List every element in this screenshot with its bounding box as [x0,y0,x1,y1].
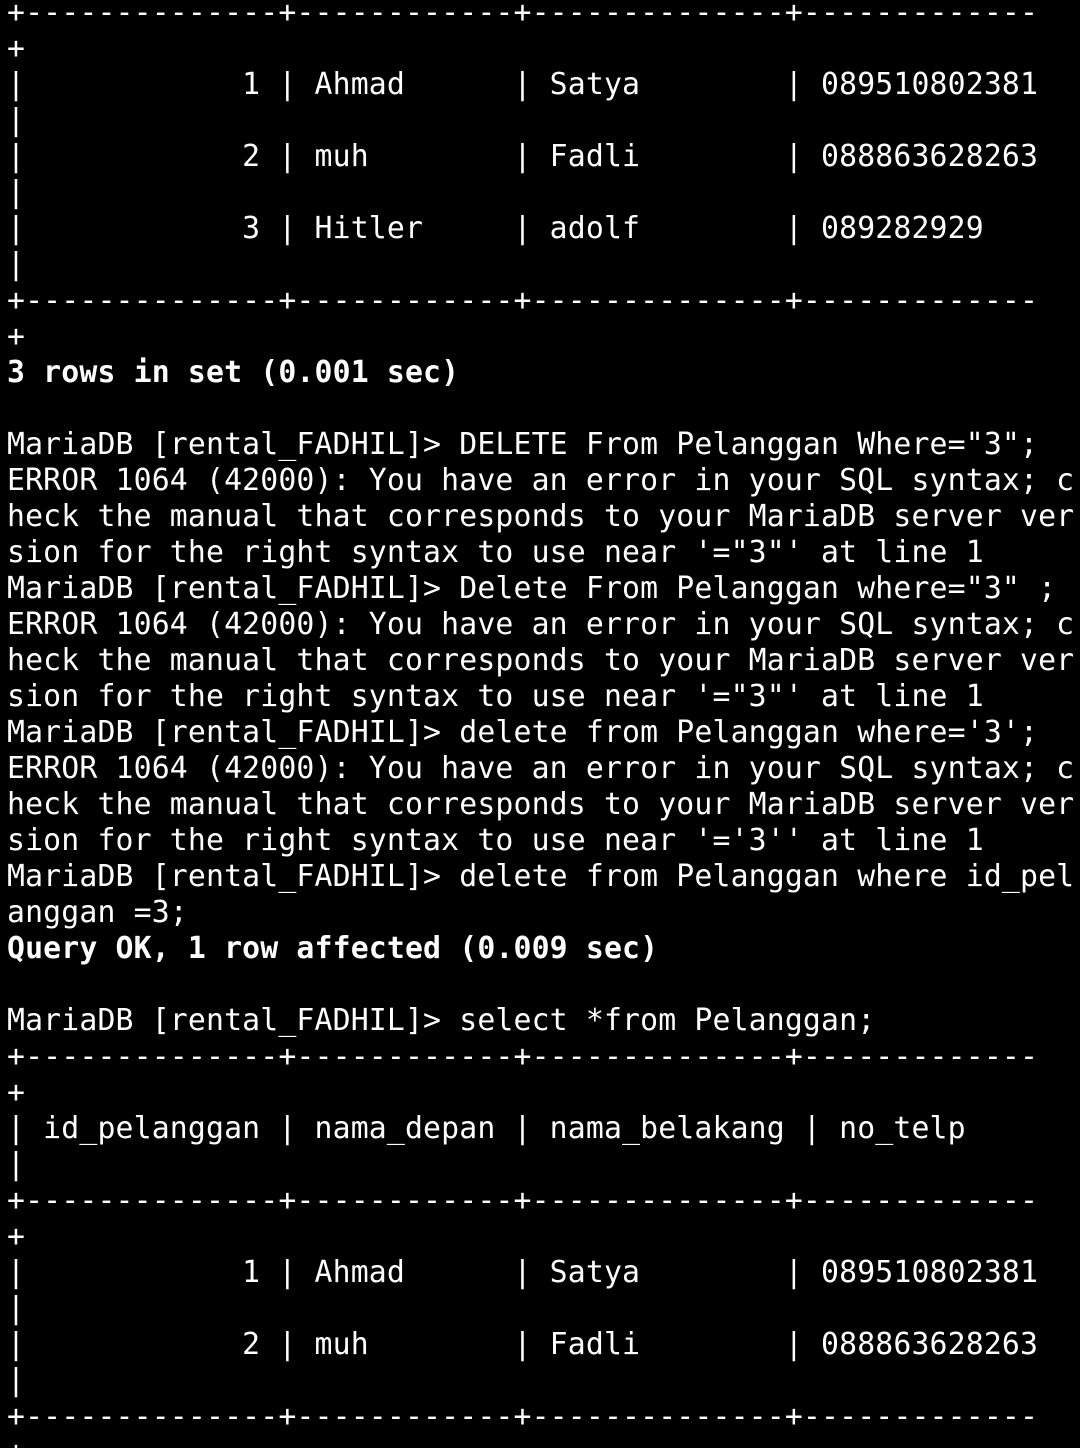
terminal-line: MariaDB [rental_FADHIL]> select *from Pe… [7,1003,876,1038]
terminal-line: Query OK, 1 row affected (0.009 sec) [7,931,659,966]
terminal-line: | [7,175,26,210]
terminal-line: | 2 | muh | Fadli | 088863628263 [7,1327,1039,1362]
terminal-line: + [7,1075,26,1110]
terminal-line: sion for the right syntax to use near '=… [7,823,984,858]
terminal-line: | 3 | Hitler | adolf | 089282929 [7,211,984,246]
terminal-line: +--------------+------------+-----------… [7,1183,1039,1218]
terminal-line: + [7,1435,1080,1448]
terminal-line: 3 rows in set (0.001 sec) [7,355,460,390]
terminal-line: | [7,247,26,282]
terminal-line: | 1 | Ahmad | Satya | 089510802381 [7,67,1039,102]
terminal-line: +--------------+------------+-----------… [7,1039,1039,1074]
terminal-line: anggan =3; [7,895,188,930]
terminal-output[interactable]: +--------------+------------+-----------… [0,0,1080,1448]
terminal-line: | id_pelanggan | nama_depan | nama_belak… [7,1111,966,1146]
terminal-line: | [7,1363,26,1398]
terminal-line: heck the manual that corresponds to your… [7,787,1075,822]
terminal-line: + [7,1219,26,1254]
terminal-line: MariaDB [rental_FADHIL]> Delete From Pel… [7,571,1057,606]
terminal-line: MariaDB [rental_FADHIL]> DELETE From Pel… [7,427,1039,462]
terminal-line: MariaDB [rental_FADHIL]> delete from Pel… [7,715,1039,750]
terminal-line: + [7,319,26,354]
terminal-line: | [7,1291,26,1326]
terminal-line: | 1 | Ahmad | Satya | 089510802381 [7,1255,1039,1290]
terminal-line: heck the manual that corresponds to your… [7,643,1075,678]
terminal-line: | [7,103,26,138]
terminal-line: ERROR 1064 (42000): You have an error in… [7,463,1075,498]
terminal-line: +--------------+------------+-----------… [7,1399,1039,1434]
terminal-line: heck the manual that corresponds to your… [7,499,1075,534]
terminal-line: MariaDB [rental_FADHIL]> delete from Pel… [7,859,1075,894]
terminal-line: +--------------+------------+-----------… [7,0,1039,30]
terminal-line: ERROR 1064 (42000): You have an error in… [7,751,1075,786]
terminal-line: + [7,31,26,66]
terminal-line: ERROR 1064 (42000): You have an error in… [7,607,1075,642]
terminal-line: | 2 | muh | Fadli | 088863628263 [7,139,1039,174]
terminal-line: +--------------+------------+-----------… [7,283,1039,318]
terminal-line: sion for the right syntax to use near '=… [7,679,984,714]
terminal-line: | [7,1147,26,1182]
terminal-line: sion for the right syntax to use near '=… [7,535,984,570]
